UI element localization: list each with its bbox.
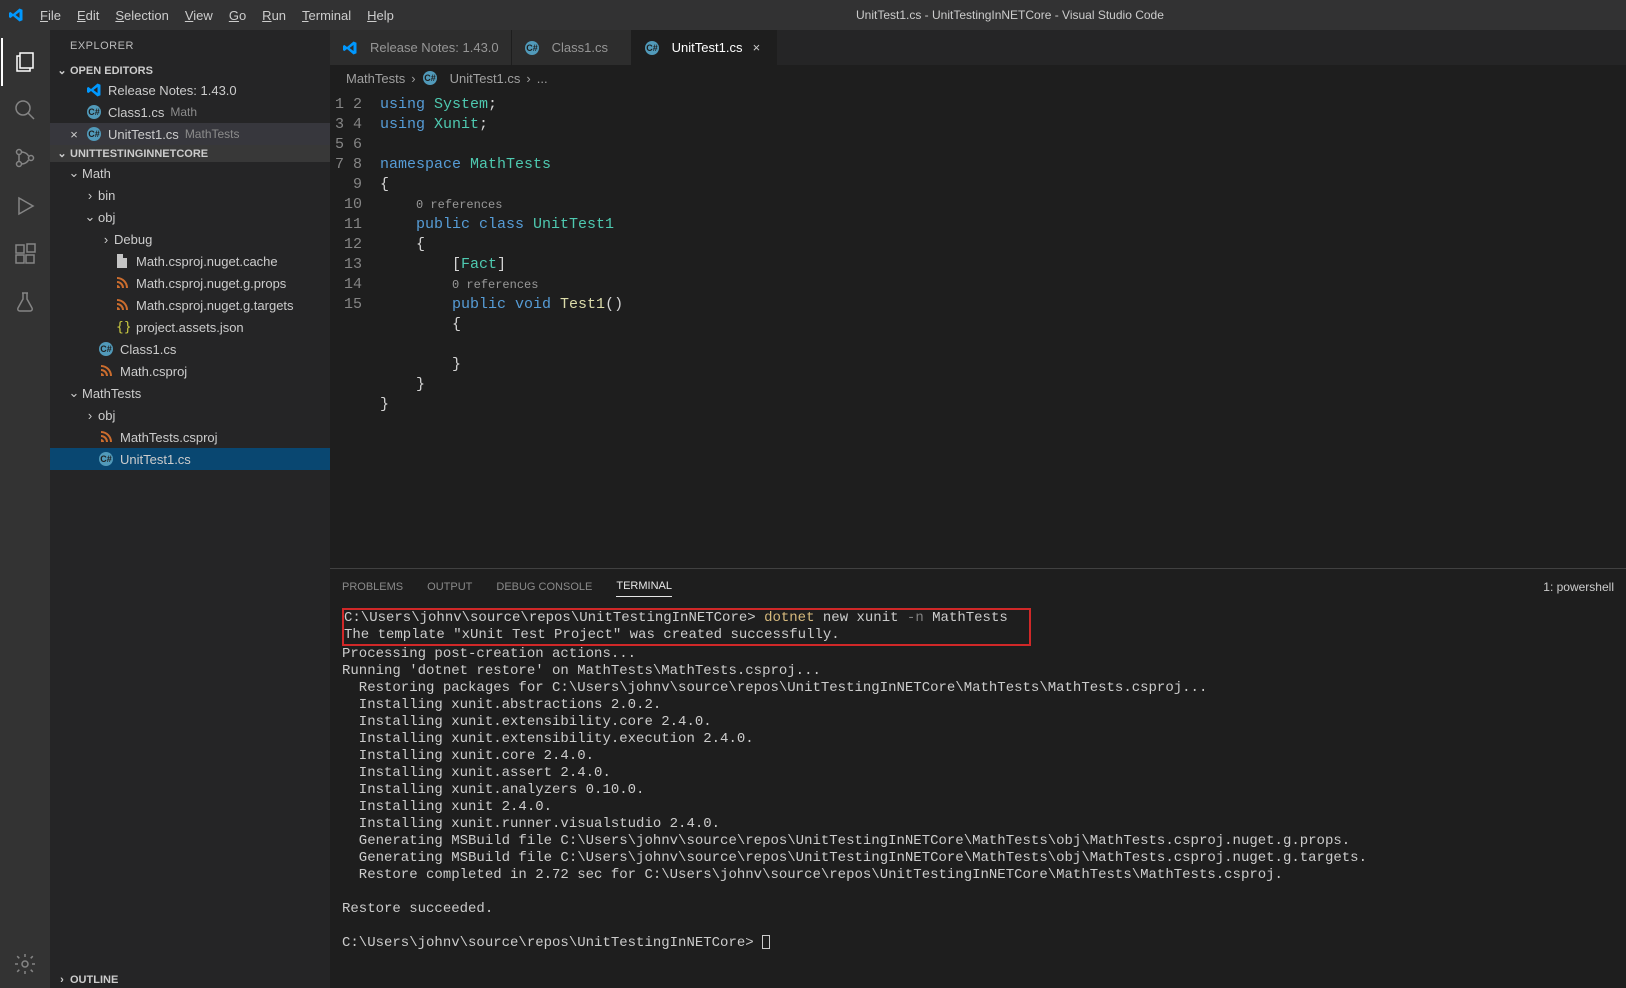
- menu-go[interactable]: Go: [221, 4, 254, 27]
- vscode-file-icon: [86, 82, 102, 98]
- file-item[interactable]: Math.csproj.nuget.g.targets: [50, 294, 330, 316]
- debug-console-tab[interactable]: DEBUG CONSOLE: [496, 577, 592, 597]
- output-tab[interactable]: OUTPUT: [427, 577, 472, 597]
- explorer-icon[interactable]: [1, 38, 49, 86]
- activity-bar: [0, 30, 50, 988]
- explorer-sidebar: EXPLORER ⌄OPEN EDITORS Release Notes: 1.…: [50, 30, 330, 988]
- sidebar-title: EXPLORER: [50, 30, 330, 62]
- close-icon[interactable]: ×: [748, 40, 764, 55]
- chevron-right-icon: ›: [54, 974, 70, 986]
- cs-file-icon: [86, 104, 102, 120]
- title-bar: FileEditSelectionViewGoRunTerminalHelp U…: [0, 0, 1626, 30]
- cs-file-icon: [644, 40, 660, 56]
- settings-gear-icon[interactable]: [1, 940, 49, 988]
- file-item[interactable]: Class1.cs: [50, 338, 330, 360]
- rss-file-icon: [114, 297, 130, 313]
- editor-tab[interactable]: Release Notes: 1.43.0: [330, 30, 512, 65]
- menu-help[interactable]: Help: [359, 4, 402, 27]
- source-control-icon[interactable]: [1, 134, 49, 182]
- menu-run[interactable]: Run: [254, 4, 294, 27]
- open-editor-item[interactable]: ×UnitTest1.csMathTests: [50, 123, 330, 145]
- menu-edit[interactable]: Edit: [69, 4, 107, 27]
- file-item[interactable]: Math.csproj.nuget.cache: [50, 250, 330, 272]
- line-gutter: 1 2 3 4 5 6 7 8 9 10 11 12 13 14 15: [330, 91, 380, 568]
- cs-file-icon: [422, 70, 438, 86]
- menu-bar: FileEditSelectionViewGoRunTerminalHelp: [32, 4, 402, 27]
- extensions-icon[interactable]: [1, 230, 49, 278]
- cs-file-icon: [98, 341, 114, 357]
- outline-header[interactable]: ›OUTLINE: [50, 972, 330, 988]
- folder-item[interactable]: ›Debug: [50, 228, 330, 250]
- chevron-right-icon: ›: [98, 232, 114, 247]
- terminal-tab[interactable]: TERMINAL: [616, 576, 672, 597]
- run-debug-icon[interactable]: [1, 182, 49, 230]
- file-item[interactable]: UnitTest1.cs: [50, 448, 330, 470]
- file-item[interactable]: Math.csproj: [50, 360, 330, 382]
- open-editors-header[interactable]: ⌄OPEN EDITORS: [50, 62, 330, 79]
- file-item[interactable]: MathTests.csproj: [50, 426, 330, 448]
- editor-tab[interactable]: Class1.cs: [512, 30, 632, 65]
- code-editor[interactable]: 1 2 3 4 5 6 7 8 9 10 11 12 13 14 15 usin…: [330, 91, 1626, 568]
- terminal-output[interactable]: C:\Users\johnv\source\repos\UnitTestingI…: [330, 604, 1626, 988]
- chevron-down-icon: ⌄: [66, 165, 82, 181]
- menu-file[interactable]: File: [32, 4, 69, 27]
- folder-item[interactable]: ⌄MathTests: [50, 382, 330, 404]
- json-file-icon: [114, 319, 130, 335]
- chevron-right-icon: ›: [82, 408, 98, 423]
- cs-file-icon: [524, 40, 540, 56]
- open-editor-item[interactable]: Release Notes: 1.43.0: [50, 79, 330, 101]
- cs-file-icon: [98, 451, 114, 467]
- folder-item[interactable]: ›obj: [50, 404, 330, 426]
- rss-file-icon: [114, 275, 130, 291]
- rss-file-icon: [98, 429, 114, 445]
- close-icon[interactable]: ×: [66, 127, 82, 142]
- app-logo-icon: [8, 7, 24, 23]
- chevron-down-icon: ⌄: [66, 385, 82, 401]
- file-file-icon: [114, 253, 130, 269]
- chevron-down-icon: ⌄: [54, 147, 70, 160]
- menu-terminal[interactable]: Terminal: [294, 4, 359, 27]
- folder-item[interactable]: ⌄obj: [50, 206, 330, 228]
- problems-tab[interactable]: PROBLEMS: [342, 577, 403, 597]
- code-content[interactable]: using System; using Xunit; namespace Mat…: [380, 91, 623, 568]
- menu-view[interactable]: View: [177, 4, 221, 27]
- editor-tabs: Release Notes: 1.43.0Class1.csUnitTest1.…: [330, 30, 1626, 65]
- terminal-cursor: [762, 935, 770, 949]
- folder-item[interactable]: ›bin: [50, 184, 330, 206]
- file-item[interactable]: Math.csproj.nuget.g.props: [50, 272, 330, 294]
- vscode-file-icon: [342, 40, 358, 56]
- panel-tabs: PROBLEMS OUTPUT DEBUG CONSOLE TERMINAL 1…: [330, 569, 1626, 604]
- bottom-panel: PROBLEMS OUTPUT DEBUG CONSOLE TERMINAL 1…: [330, 568, 1626, 988]
- menu-selection[interactable]: Selection: [107, 4, 176, 27]
- folder-item[interactable]: ⌄Math: [50, 162, 330, 184]
- search-icon[interactable]: [1, 86, 49, 134]
- terminal-selector[interactable]: 1: powershell: [1543, 580, 1614, 594]
- window-title: UnitTest1.cs - UnitTestingInNETCore - Vi…: [402, 8, 1618, 22]
- cs-file-icon: [86, 126, 102, 142]
- file-item[interactable]: project.assets.json: [50, 316, 330, 338]
- breadcrumb[interactable]: MathTests› UnitTest1.cs› ...: [330, 65, 1626, 91]
- chevron-down-icon: ⌄: [54, 64, 70, 77]
- chevron-right-icon: ›: [82, 188, 98, 203]
- editor-tab[interactable]: UnitTest1.cs×: [632, 30, 778, 65]
- rss-file-icon: [98, 363, 114, 379]
- chevron-down-icon: ⌄: [82, 209, 98, 225]
- workspace-header[interactable]: ⌄UNITTESTINGINNETCORE: [50, 145, 330, 162]
- open-editor-item[interactable]: Class1.csMath: [50, 101, 330, 123]
- testing-icon[interactable]: [1, 278, 49, 326]
